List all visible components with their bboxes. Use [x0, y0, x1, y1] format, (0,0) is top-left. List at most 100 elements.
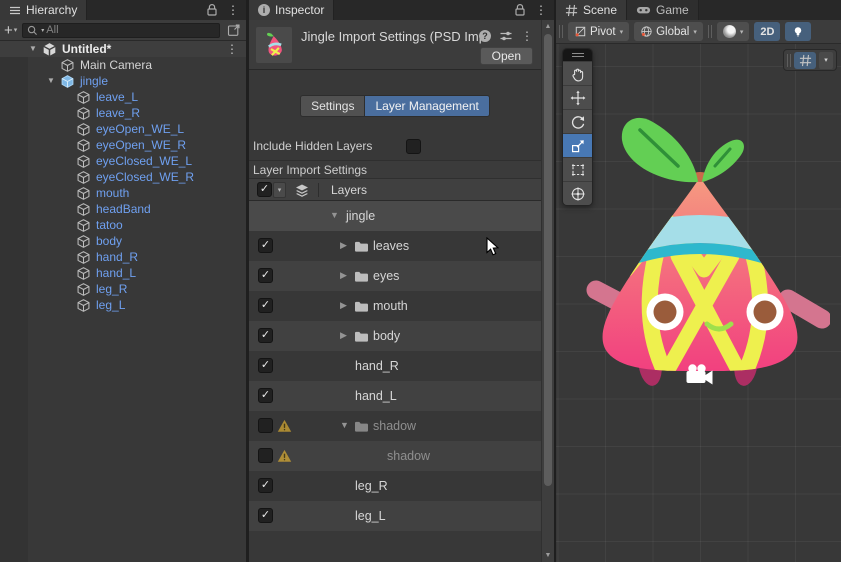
tab-game[interactable]: Game [627, 0, 699, 20]
layer-name: hand_R [355, 359, 399, 373]
hierarchy-item-leg-r[interactable]: ▶ leg_R [0, 281, 246, 297]
hierarchy-item-mouth[interactable]: ▶ mouth [0, 185, 246, 201]
overlay-drag-handle[interactable] [563, 49, 592, 61]
chevron-right-icon[interactable]: ▶ [340, 271, 347, 280]
help-icon[interactable]: ? [479, 30, 491, 42]
hierarchy-item-leave-l[interactable]: ▶ leave_L [0, 89, 246, 105]
layer-row-leg-l[interactable]: ✓ leg_L [249, 501, 541, 531]
hierarchy-item-hand-l[interactable]: ▶ hand_L [0, 265, 246, 281]
hierarchy-item-eyeclosed-we-r[interactable]: ▶ eyeClosed_WE_R [0, 169, 246, 185]
layer-checkbox[interactable]: ✓ [258, 478, 273, 493]
tab-settings[interactable]: Settings [300, 95, 365, 117]
2d-mode-button[interactable]: 2D [754, 22, 781, 41]
chevron-right-icon[interactable]: ▶ [340, 241, 347, 250]
scroll-down-arrow-icon[interactable]: ▼ [542, 552, 554, 559]
rect-tool-button[interactable] [563, 157, 592, 181]
chevron-right-icon[interactable]: ▶ [340, 331, 347, 340]
layer-checkbox[interactable]: ✓ [258, 268, 273, 283]
move-tool-button[interactable] [563, 85, 592, 109]
layer-checkbox[interactable]: ✓ [258, 388, 273, 403]
pivot-toggle-button[interactable]: Pivot ▾ [568, 22, 630, 41]
kebab-menu-icon[interactable]: ⋮ [521, 30, 533, 42]
add-object-button[interactable]: + ▾ [4, 23, 17, 38]
open-button[interactable]: Open [479, 47, 533, 65]
hierarchy-item-headband[interactable]: ▶ headBand [0, 201, 246, 217]
cube-icon [74, 297, 92, 313]
layer-checkbox[interactable]: ✓ [258, 328, 273, 343]
scale-tool-button[interactable] [563, 133, 592, 157]
cube-icon [74, 201, 92, 217]
cube-icon [74, 137, 92, 153]
hierarchy-item-main-camera[interactable]: ▶ Main Camera [0, 57, 246, 73]
layer-checkbox[interactable]: ✓ [258, 508, 273, 523]
layer-checkbox[interactable]: ✓ [258, 358, 273, 373]
panel-divider[interactable] [554, 0, 556, 562]
kebab-menu-icon[interactable]: ⋮ [535, 4, 547, 16]
chevron-down-icon[interactable]: ▼ [26, 45, 40, 53]
chevron-down-icon[interactable]: ▼ [330, 211, 339, 220]
tab-hierarchy[interactable]: Hierarchy [0, 0, 88, 20]
hierarchy-item-eyeclosed-we-l[interactable]: ▶ eyeClosed_WE_L [0, 153, 246, 169]
layer-row-eyes[interactable]: ✓ ▶ eyes [249, 261, 541, 291]
chevron-down-icon[interactable]: ▼ [340, 421, 349, 430]
layer-checkbox[interactable]: ✓ [258, 448, 273, 463]
scroll-up-arrow-icon[interactable]: ▲ [542, 23, 554, 30]
layer-checkbox[interactable]: ✓ [258, 418, 273, 433]
chevron-down-icon: ▾ [693, 28, 697, 36]
grid-options-dropdown[interactable]: ▾ [819, 51, 833, 69]
toolbar-grip[interactable] [559, 25, 563, 38]
hierarchy-item-leave-r[interactable]: ▶ leave_R [0, 105, 246, 121]
tab-inspector[interactable]: i Inspector [249, 0, 335, 20]
hand-tool-button[interactable] [563, 61, 592, 85]
hierarchy-item-body[interactable]: ▶ body [0, 233, 246, 249]
global-toggle-button[interactable]: Global ▾ [634, 22, 703, 41]
grid-visibility-button[interactable] [794, 51, 816, 69]
overlay-grip[interactable] [787, 53, 791, 67]
kebab-menu-icon[interactable]: ⋮ [226, 43, 238, 55]
lock-icon[interactable] [206, 3, 218, 17]
lock-icon[interactable] [514, 3, 526, 17]
inspector-content: Settings Layer Management Include Hidden… [249, 70, 541, 531]
tab-scene[interactable]: Scene [556, 0, 628, 20]
kebab-menu-icon[interactable]: ⋮ [227, 4, 239, 16]
scene-lighting-button[interactable] [785, 22, 812, 41]
panel-divider[interactable] [246, 0, 249, 562]
scrollbar-thumb[interactable] [544, 34, 552, 486]
hierarchy-item-eyeopen-we-l[interactable]: ▶ eyeOpen_WE_L [0, 121, 246, 137]
search-input[interactable]: ▾ All [22, 22, 220, 38]
layer-row-mouth[interactable]: ✓ ▶ mouth [249, 291, 541, 321]
hierarchy-item-label: leg_L [96, 298, 126, 312]
open-window-icon[interactable] [225, 22, 242, 38]
scene-canvas[interactable]: ▾ [556, 44, 841, 562]
hierarchy-scene-row[interactable]: ▼ Untitled* ⋮ [0, 41, 246, 57]
layer-checkbox[interactable]: ✓ [258, 238, 273, 253]
tab-layer-management[interactable]: Layer Management [364, 95, 490, 117]
toggle-all-dropdown[interactable]: ▾ [273, 181, 286, 198]
hierarchy-item-leg-l[interactable]: ▶ leg_L [0, 297, 246, 313]
toolbar-grip[interactable] [707, 25, 712, 38]
hierarchy-item-eyeopen-we-r[interactable]: ▶ eyeOpen_WE_R [0, 137, 246, 153]
layer-row-leg-r[interactable]: ✓ leg_R [249, 471, 541, 501]
inspector-scrollbar[interactable]: ▲ ▼ [541, 20, 554, 562]
cube-icon [58, 57, 76, 73]
layer-row-body[interactable]: ✓ ▶ body [249, 321, 541, 351]
chevron-right-icon[interactable]: ▶ [340, 301, 347, 310]
layer-row-shadow-group[interactable]: ✓ ▼ shadow [249, 411, 541, 441]
layer-row-jingle-root[interactable]: ▼ jingle [249, 201, 541, 231]
layer-checkbox[interactable]: ✓ [258, 298, 273, 313]
rotate-tool-button[interactable] [563, 109, 592, 133]
presets-icon[interactable] [499, 29, 513, 43]
chevron-down-icon[interactable]: ▼ [44, 77, 58, 85]
jingle-character-sprite[interactable] [570, 108, 830, 398]
layer-row-hand-r[interactable]: ✓ hand_R [249, 351, 541, 381]
include-hidden-layers-checkbox[interactable]: ✓ [406, 138, 421, 154]
hierarchy-item-jingle[interactable]: ▼ jingle [0, 73, 246, 89]
hierarchy-item-label: hand_L [96, 266, 137, 280]
layer-row-hand-l[interactable]: ✓ hand_L [249, 381, 541, 411]
layer-row-shadow[interactable]: ✓ shadow [249, 441, 541, 471]
hierarchy-item-hand-r[interactable]: ▶ hand_R [0, 249, 246, 265]
transform-tool-button[interactable] [563, 181, 592, 205]
toggle-all-checkbox[interactable]: ✓ [257, 182, 272, 197]
shading-mode-button[interactable]: ▾ [716, 22, 750, 41]
hierarchy-item-tatoo[interactable]: ▶ tatoo [0, 217, 246, 233]
